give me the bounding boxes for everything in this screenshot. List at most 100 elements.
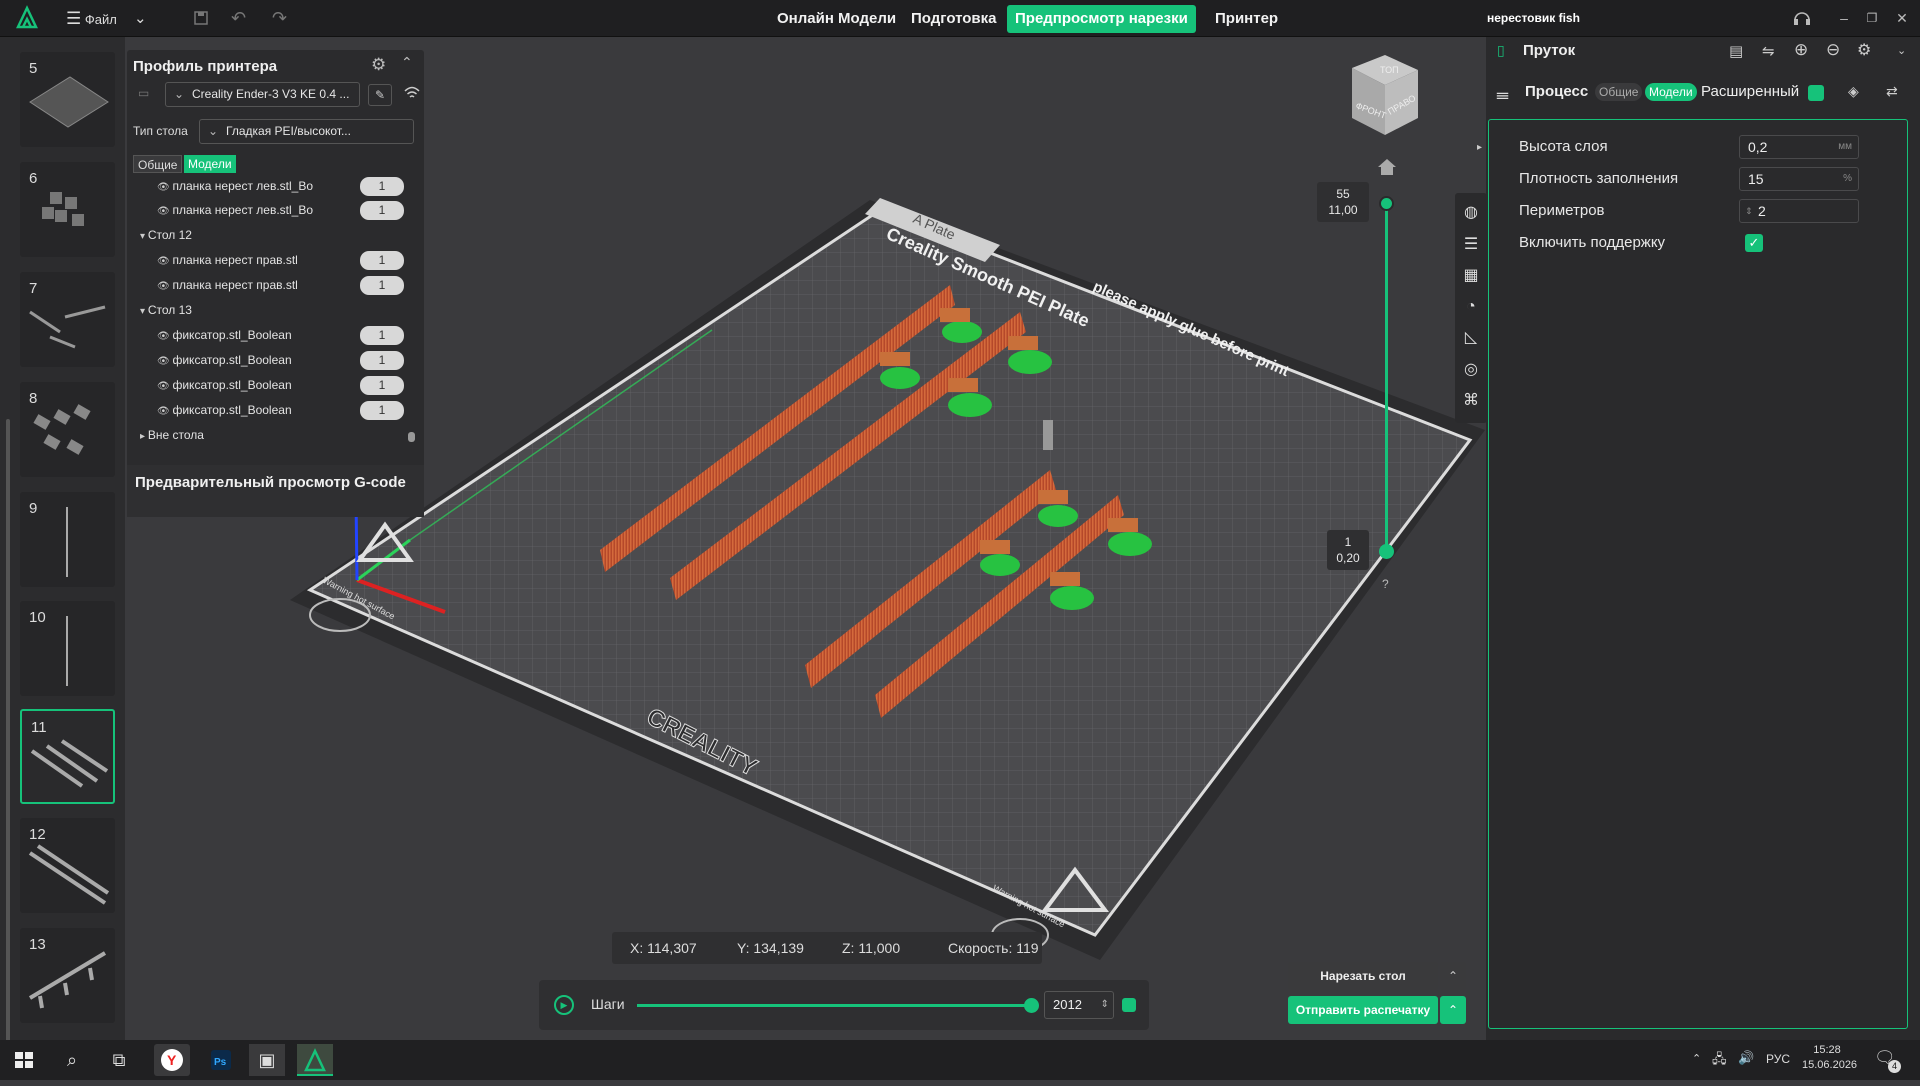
printer-select[interactable]: ⌄ Creality Ender-3 V3 KE 0.4 ... [165,82,360,107]
help-icon[interactable]: ? [1382,577,1389,591]
tree-object[interactable]: 👁 фиксатор.stl_Boolean [157,324,292,346]
stepper-icon[interactable]: ⇕ [1101,992,1109,1018]
collapse-right-arrow-icon[interactable]: ▸ [1477,142,1482,153]
send-options-button[interactable]: ⌃ [1440,996,1466,1024]
tree-group[interactable]: ▸ Вне стола [140,424,204,446]
measure-icon[interactable]: ◺ [1456,323,1486,353]
seg-general[interactable]: Общие [133,155,183,173]
edit-printer-icon[interactable]: ✎ [368,84,392,106]
view-cube[interactable]: ТОП ФРОНТ ПРАВО [1352,55,1418,135]
filament-settings-icon[interactable]: ▤ [1729,42,1743,60]
advanced-toggle[interactable] [1808,85,1824,101]
object-count-badge[interactable]: 1 [360,201,404,220]
step-input[interactable]: 2012 ⇕ [1044,991,1114,1019]
eye-icon[interactable]: 👁 [157,406,172,417]
bed-type-label: Тип стола [133,124,188,138]
task-view-icon[interactable]: ⧉ [103,1044,135,1076]
collapse-icon[interactable]: ⌃ [401,54,413,71]
steps-settings-icon[interactable] [1122,998,1136,1012]
creality-print-taskbar-icon[interactable] [297,1044,333,1076]
grid-icon[interactable]: ▦ [1456,261,1486,291]
tree-object[interactable]: 👁 фиксатор.stl_Boolean [157,374,292,396]
svg-text:Y: Y [167,1052,177,1068]
eye-icon[interactable]: 👁 [157,356,172,367]
layer-height-input[interactable]: 0,2 мм [1739,135,1859,159]
assembly-icon[interactable]: ⌘ [1456,386,1486,416]
perimeters-value: 2 [1758,203,1766,219]
yandex-browser-icon[interactable]: Y [154,1044,190,1076]
tree-object[interactable]: 👁 планка нерест прав.stl [157,274,298,296]
sync-icon[interactable]: ⇋ [1762,42,1775,60]
object-count-badge[interactable]: 1 [360,251,404,270]
tree-object[interactable]: 👁 планка нерест лев.stl_Bo [157,199,313,221]
tree-object[interactable]: 👁 планка нерест лев.stl_Bo [157,175,313,197]
file-explorer-icon[interactable]: ▣ [249,1044,285,1076]
process-seg-general[interactable]: Общие [1595,83,1643,101]
palette-icon[interactable]: ◍ [1456,198,1486,228]
coord-x: X: 114,307 [630,940,697,956]
object-count-badge[interactable]: 1 [360,376,404,395]
chevron-down-icon[interactable]: ⌄ [1897,44,1906,57]
slice-options-button[interactable]: ⌃ [1440,962,1466,990]
collapse-arrow-icon[interactable]: ▾ [140,231,148,242]
windows-start-icon[interactable] [8,1044,40,1076]
search-icon[interactable]: ⌕ [56,1044,88,1076]
language-indicator[interactable]: РУС [1766,1052,1790,1066]
eye-icon[interactable]: 👁 [157,281,172,292]
tree-object[interactable]: 👁 планка нерест прав.stl [157,249,298,271]
gear-icon[interactable]: ⚙ [1857,40,1871,60]
speed-icon[interactable]: ◔ [1456,292,1486,322]
play-icon[interactable]: ▶ [554,995,574,1015]
object-count-badge[interactable]: 1 [360,276,404,295]
slice-button[interactable]: Нарезать стол [1288,962,1438,990]
swap-icon[interactable]: ⇄ [1886,83,1898,100]
process-seg-models[interactable]: Модели [1645,83,1697,101]
network-icon[interactable]: 🖧 [1712,1050,1727,1072]
stepper-icon[interactable]: ⇕ [1745,200,1753,222]
bed-type-select[interactable]: ⌄ Гладкая PEI/высокот... [199,119,414,144]
layer-slider-bottom-handle[interactable] [1379,544,1394,559]
tree-object[interactable]: 👁 фиксатор.stl_Boolean [157,399,292,421]
tree-object[interactable]: 👁 фиксатор.stl_Boolean [157,349,292,371]
expand-arrow-icon[interactable]: ▸ [140,431,148,442]
collapse-arrow-icon[interactable]: ▾ [140,306,148,317]
tree-label: Вне стола [147,428,204,442]
tree-label: фиксатор.stl_Boolean [172,328,292,342]
eye-icon[interactable]: 👁 [157,206,172,217]
clock[interactable]: 15:28 15.06.2026 [1802,1043,1857,1073]
layers-icon[interactable]: ☰ [1456,230,1486,260]
layer-slider-track[interactable] [1385,203,1388,551]
notification-badge: 4 [1888,1060,1901,1073]
wifi-icon[interactable] [403,85,421,104]
tree-group[interactable]: ▾ Стол 12 [140,224,192,246]
photoshop-icon[interactable]: Ps [205,1044,237,1076]
volume-icon[interactable]: 🔊 [1738,1050,1754,1066]
tree-scrollbar[interactable] [408,432,415,442]
object-count-badge[interactable]: 1 [360,177,404,196]
perimeters-input[interactable]: ⇕ 2 [1739,199,1859,223]
send-print-button[interactable]: Отправить распечатку [1288,996,1438,1024]
home-icon[interactable] [1375,155,1399,179]
seg-models[interactable]: Модели [184,155,236,173]
layer-slider-top-handle[interactable] [1379,196,1394,211]
steps-slider[interactable] [637,998,1039,1013]
infill-density-input[interactable]: 15 % [1739,167,1859,191]
process-title: Процесс [1525,83,1589,100]
tree-group[interactable]: ▾ Стол 13 [140,299,192,321]
perimeters-label: Периметров [1519,202,1605,219]
eye-icon[interactable]: 👁 [157,256,172,267]
object-count-badge[interactable]: 1 [360,351,404,370]
gear-icon[interactable]: ⚙ [371,55,386,75]
tray-chevron-icon[interactable]: ⌃ [1692,1052,1701,1065]
target-icon[interactable]: ◎ [1456,355,1486,385]
remove-filament-icon[interactable]: ⊖ [1826,40,1840,60]
object-count-badge[interactable]: 1 [360,401,404,420]
eye-icon[interactable]: 👁 [157,182,172,193]
add-filament-icon[interactable]: ⊕ [1794,40,1808,60]
object-count-badge[interactable]: 1 [360,326,404,345]
eye-icon[interactable]: 👁 [157,381,172,392]
eye-icon[interactable]: 👁 [157,331,172,342]
enable-support-checkbox[interactable]: ✓ [1745,234,1763,252]
steps-slider-handle[interactable] [1024,998,1039,1013]
compare-icon[interactable]: ◈ [1848,83,1859,100]
